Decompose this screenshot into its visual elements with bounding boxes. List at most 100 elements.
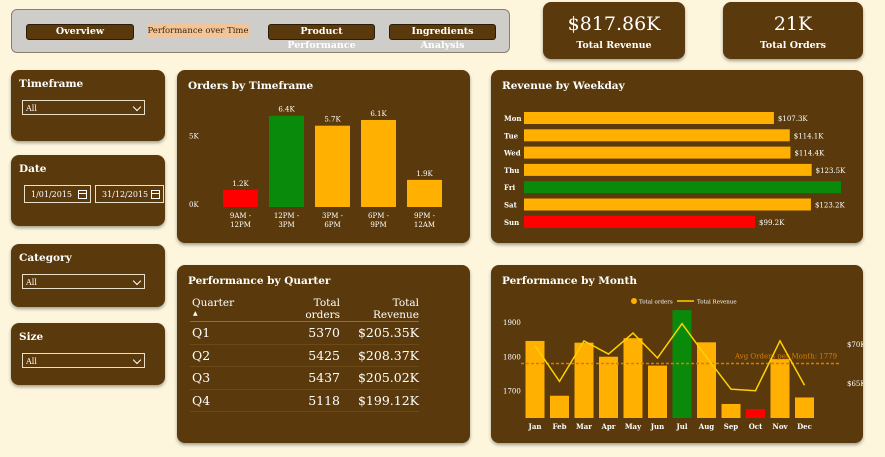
y-tick-label: Sun (504, 218, 519, 227)
kpi-value: 21K (773, 13, 813, 35)
y-tick-label: Wed (503, 149, 521, 158)
x-tick-label: Dec (797, 422, 812, 431)
bar (524, 112, 774, 124)
nav-bar: Overview Performance over Time Product P… (11, 9, 510, 53)
cell-revenue: $205.35K (357, 325, 419, 340)
data-label: 1.9K (416, 170, 433, 178)
bar (269, 115, 304, 207)
slicer-title: Category (19, 252, 72, 264)
y-tick-label: Mon (504, 114, 522, 123)
bar (407, 179, 442, 207)
x-tick-label: May (625, 422, 642, 431)
slicer-title: Size (19, 331, 44, 343)
kpi-total-revenue: $817.86K Total Revenue (543, 2, 685, 59)
bar (315, 125, 350, 207)
x-tick-label: Nov (772, 422, 788, 431)
start-date-input[interactable]: 1/01/2015 (24, 185, 91, 203)
data-label: $99.2K (759, 219, 785, 227)
y-tick-label: 1800 (503, 353, 521, 361)
x-tick-label: Sep (724, 422, 739, 431)
cell-revenue: $208.37K (357, 347, 419, 363)
data-label: $123.5K (816, 167, 846, 175)
y-tick-label: 1700 (503, 388, 521, 396)
x-tick-label: Jul (675, 422, 687, 431)
bar (770, 359, 790, 418)
data-label: $107.3K (778, 115, 808, 123)
cell-quarter: Q4 (192, 392, 211, 408)
nav-performance-over-time-button[interactable]: Performance over Time (147, 24, 249, 38)
size-slicer: Size All (11, 323, 165, 385)
x-tick-label: 12PM (230, 221, 251, 229)
column-header-orders[interactable]: Total orders (276, 297, 340, 321)
date-slicer: Date 1/01/2015 31/12/2015 (11, 155, 165, 226)
cell-revenue: $199.12K (357, 392, 419, 408)
nav-product-performance-button[interactable]: Product Performance (268, 24, 375, 51)
orders-by-timeframe-card: Orders by Timeframe 0K 5K 1.2K 9AM -12PM 6.4… (177, 70, 470, 243)
bar (525, 340, 545, 418)
bar (746, 409, 765, 418)
cell-orders: 5425 (308, 347, 340, 363)
chevron-down-icon[interactable] (132, 355, 142, 365)
y-tick-label: Fri (504, 183, 516, 192)
nav-ingredients-analysis-button[interactable]: Ingredients Analysis (389, 24, 496, 51)
x-tick-label: Apr (600, 422, 615, 431)
calendar-icon[interactable] (151, 190, 160, 199)
x-tick-label: 6PM - (368, 212, 390, 220)
x-tick-label: Mar (576, 422, 592, 431)
x-tick-label: 9PM (370, 221, 386, 229)
calendar-icon[interactable] (78, 190, 87, 199)
table-title: Performance by Quarter (188, 275, 331, 287)
bar (223, 189, 258, 207)
bar (361, 119, 396, 207)
quarter-table: Quarter ▲ Total orders Total Revenue Q1 … (190, 294, 419, 412)
x-tick-label: Jan (528, 422, 542, 431)
cell-quarter: Q2 (192, 347, 211, 363)
orders-by-timeframe-chart: 0K5K1.2K9AM -12PM6.4K12PM -3PM5.7K3PM -6… (189, 106, 442, 229)
cell-orders: 5437 (308, 370, 340, 385)
x-tick-label: Jun (650, 422, 665, 431)
slicer-title: Timeframe (19, 78, 84, 90)
legend-label: Total orders (639, 300, 673, 306)
kpi-total-orders: 21K Total Orders (723, 2, 863, 59)
size-dropdown[interactable]: All (22, 353, 145, 368)
y2-tick-label: $65K (847, 380, 863, 388)
legend-label: Total Revenue (697, 300, 737, 306)
date-value: 1/01/2015 (31, 190, 73, 199)
timeframe-slicer: Timeframe All (11, 70, 165, 141)
y-tick-label: Sat (504, 201, 518, 210)
cell-orders: 5370 (308, 325, 340, 340)
category-dropdown[interactable]: All (22, 274, 145, 289)
bar (599, 356, 618, 418)
chevron-down-icon (132, 102, 142, 112)
timeframe-dropdown[interactable]: All (22, 100, 145, 115)
x-tick-label: 3PM (278, 221, 294, 229)
table-row: Q3 5437 $205.02K (190, 367, 419, 390)
data-label: 6.1K (370, 110, 387, 118)
bar (524, 129, 790, 142)
x-tick-label: Oct (749, 422, 763, 431)
cell-orders: 5118 (308, 392, 340, 408)
sort-ascending-icon[interactable]: ▲ (193, 310, 198, 317)
data-label: 5.7K (324, 116, 341, 124)
performance-by-quarter-card: Performance by Quarter Quarter ▲ Total o… (177, 265, 470, 443)
kpi-label: Total Orders (759, 40, 827, 51)
nav-overview-button[interactable]: Overview (26, 24, 134, 40)
column-header-revenue[interactable]: Total Revenue (345, 297, 419, 321)
x-tick-label: Feb (553, 422, 567, 431)
cell-revenue: $205.02K (357, 370, 419, 385)
cell-quarter: Q3 (192, 370, 211, 385)
chevron-down-icon[interactable] (132, 276, 142, 286)
y-tick-label: 1900 (503, 319, 521, 327)
y-tick-label: Thu (504, 166, 519, 175)
revenue-by-weekday-chart: Mon $107.3K Tue $114.1K Wed $114.4K Thu $123.5K… (503, 112, 846, 228)
date-value: 31/12/2015 (102, 190, 149, 199)
data-label: 6.4K (278, 106, 295, 114)
column-header-quarter[interactable]: Quarter (192, 297, 234, 309)
x-tick-label: 12AM (414, 221, 435, 229)
bar (524, 215, 756, 228)
kpi-value: $817.86K (567, 13, 661, 35)
end-date-input[interactable]: 31/12/2015 (95, 185, 164, 203)
performance-by-month-chart: Total orders Total Revenue 1700 1800 1900 $65… (503, 298, 863, 431)
dropdown-value: All (26, 278, 37, 287)
bar (524, 198, 811, 211)
